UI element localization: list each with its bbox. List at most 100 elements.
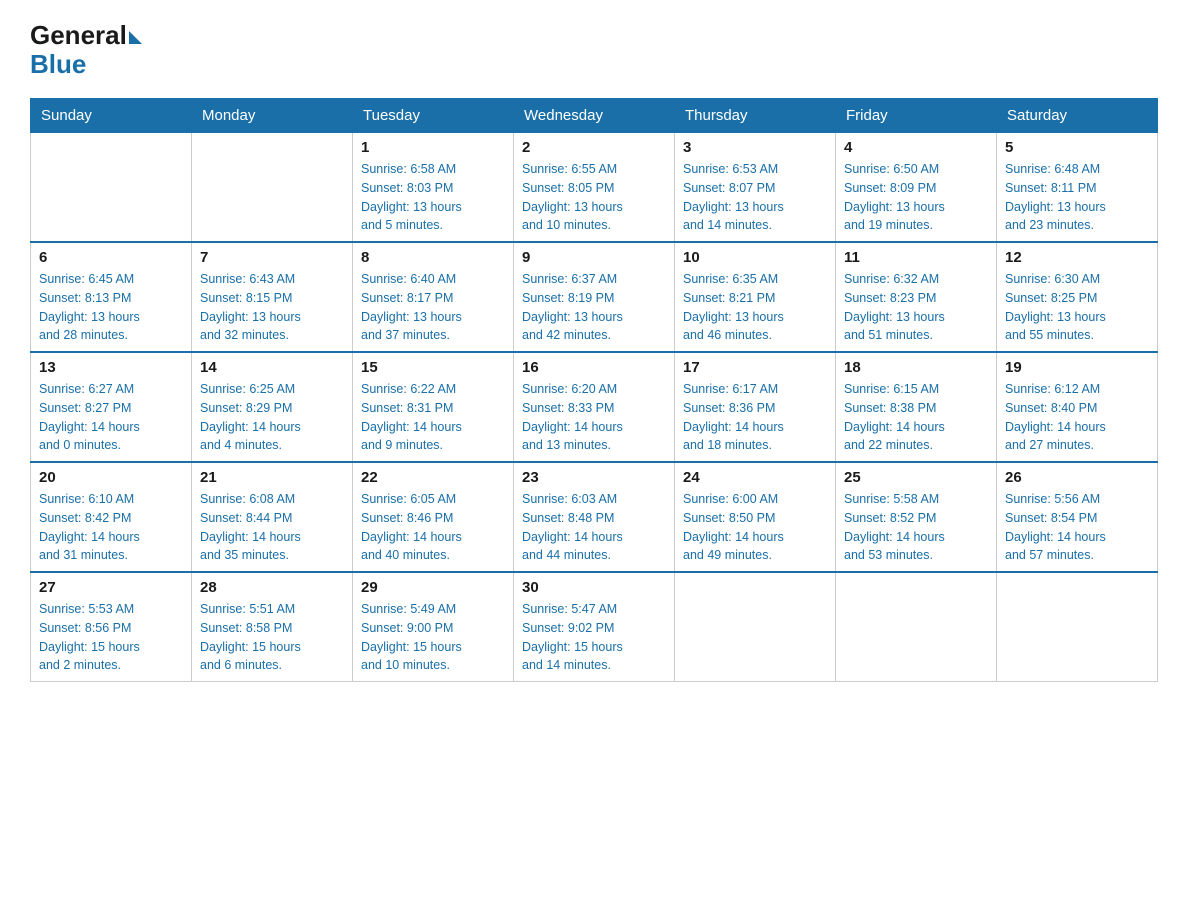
day-number: 13 xyxy=(39,359,183,376)
calendar-cell: 25Sunrise: 5:58 AMSunset: 8:52 PMDayligh… xyxy=(836,462,997,572)
day-number: 24 xyxy=(683,469,827,486)
day-info: Sunrise: 5:56 AMSunset: 8:54 PMDaylight:… xyxy=(1005,490,1149,565)
day-info: Sunrise: 6:55 AMSunset: 8:05 PMDaylight:… xyxy=(522,160,666,235)
day-header-sunday: Sunday xyxy=(31,99,192,133)
calendar-cell: 8 Sunrise: 6:40 AMSunset: 8:17 PMDaylight… xyxy=(353,242,514,352)
day-info: Sunrise: 6:45 AMSunset: 8:13 PMDaylight:… xyxy=(39,270,183,345)
logo: General Blue xyxy=(30,20,142,80)
calendar-cell: 1 Sunrise: 6:58 AMSunset: 8:03 PMDaylight… xyxy=(353,133,514,243)
day-number: 10 xyxy=(683,249,827,266)
day-number: 21 xyxy=(200,469,344,486)
calendar-week-row: 20 Sunrise: 6:10 AMSunset: 8:42 PMDayligh… xyxy=(31,462,1158,572)
day-header-monday: Monday xyxy=(192,99,353,133)
day-number: 22 xyxy=(361,469,505,486)
logo-blue-text: Blue xyxy=(30,49,86,80)
day-number: 4 xyxy=(844,139,988,156)
calendar-cell xyxy=(192,133,353,243)
day-info: Sunrise: 5:47 AMSunset: 9:02 PMDaylight:… xyxy=(522,600,666,675)
calendar-cell: 18 Sunrise: 6:15 AMSunset: 8:38 PMDayligh… xyxy=(836,352,997,462)
day-info: Sunrise: 6:20 AMSunset: 8:33 PMDaylight:… xyxy=(522,380,666,455)
day-number: 6 xyxy=(39,249,183,266)
day-info: Sunrise: 6:08 AMSunset: 8:44 PMDaylight:… xyxy=(200,490,344,565)
day-number: 29 xyxy=(361,579,505,596)
day-number: 11 xyxy=(844,249,988,266)
calendar-cell: 16Sunrise: 6:20 AMSunset: 8:33 PMDayligh… xyxy=(514,352,675,462)
calendar-cell: 2 Sunrise: 6:55 AMSunset: 8:05 PMDaylight… xyxy=(514,133,675,243)
day-header-tuesday: Tuesday xyxy=(353,99,514,133)
calendar-cell: 7 Sunrise: 6:43 AMSunset: 8:15 PMDaylight… xyxy=(192,242,353,352)
calendar-cell: 27 Sunrise: 5:53 AMSunset: 8:56 PMDayligh… xyxy=(31,572,192,682)
calendar-week-row: 27 Sunrise: 5:53 AMSunset: 8:56 PMDayligh… xyxy=(31,572,1158,682)
day-number: 30 xyxy=(522,579,666,596)
day-number: 2 xyxy=(522,139,666,156)
calendar-cell: 26 Sunrise: 5:56 AMSunset: 8:54 PMDayligh… xyxy=(997,462,1158,572)
day-header-wednesday: Wednesday xyxy=(514,99,675,133)
logo-arrow-icon xyxy=(129,31,142,44)
calendar-header-row: SundayMondayTuesdayWednesdayThursdayFrid… xyxy=(31,99,1158,133)
calendar-cell: 15 Sunrise: 6:22 AMSunset: 8:31 PMDayligh… xyxy=(353,352,514,462)
calendar-cell: 10Sunrise: 6:35 AMSunset: 8:21 PMDayligh… xyxy=(675,242,836,352)
calendar-cell: 9Sunrise: 6:37 AMSunset: 8:19 PMDaylight… xyxy=(514,242,675,352)
day-info: Sunrise: 6:10 AMSunset: 8:42 PMDaylight:… xyxy=(39,490,183,565)
day-info: Sunrise: 6:53 AMSunset: 8:07 PMDaylight:… xyxy=(683,160,827,235)
day-number: 1 xyxy=(361,139,505,156)
calendar-cell: 30 Sunrise: 5:47 AMSunset: 9:02 PMDayligh… xyxy=(514,572,675,682)
calendar-cell: 4 Sunrise: 6:50 AMSunset: 8:09 PMDaylight… xyxy=(836,133,997,243)
calendar-cell: 21 Sunrise: 6:08 AMSunset: 8:44 PMDayligh… xyxy=(192,462,353,572)
calendar-cell xyxy=(836,572,997,682)
day-info: Sunrise: 6:32 AMSunset: 8:23 PMDaylight:… xyxy=(844,270,988,345)
day-info: Sunrise: 6:43 AMSunset: 8:15 PMDaylight:… xyxy=(200,270,344,345)
calendar-cell: 12Sunrise: 6:30 AMSunset: 8:25 PMDayligh… xyxy=(997,242,1158,352)
calendar-cell: 5 Sunrise: 6:48 AMSunset: 8:11 PMDaylight… xyxy=(997,133,1158,243)
calendar-cell: 22 Sunrise: 6:05 AMSunset: 8:46 PMDayligh… xyxy=(353,462,514,572)
day-header-saturday: Saturday xyxy=(997,99,1158,133)
day-info: Sunrise: 6:12 AMSunset: 8:40 PMDaylight:… xyxy=(1005,380,1149,455)
day-info: Sunrise: 6:22 AMSunset: 8:31 PMDaylight:… xyxy=(361,380,505,455)
calendar-cell xyxy=(997,572,1158,682)
day-info: Sunrise: 6:48 AMSunset: 8:11 PMDaylight:… xyxy=(1005,160,1149,235)
day-number: 8 xyxy=(361,249,505,266)
day-info: Sunrise: 6:50 AMSunset: 8:09 PMDaylight:… xyxy=(844,160,988,235)
calendar-cell: 29 Sunrise: 5:49 AMSunset: 9:00 PMDayligh… xyxy=(353,572,514,682)
day-number: 18 xyxy=(844,359,988,376)
day-info: Sunrise: 5:49 AMSunset: 9:00 PMDaylight:… xyxy=(361,600,505,675)
day-info: Sunrise: 5:53 AMSunset: 8:56 PMDaylight:… xyxy=(39,600,183,675)
day-info: Sunrise: 6:30 AMSunset: 8:25 PMDaylight:… xyxy=(1005,270,1149,345)
logo-general-text: General xyxy=(30,20,127,51)
calendar-cell xyxy=(675,572,836,682)
calendar-cell: 14Sunrise: 6:25 AMSunset: 8:29 PMDayligh… xyxy=(192,352,353,462)
calendar-cell: 20 Sunrise: 6:10 AMSunset: 8:42 PMDayligh… xyxy=(31,462,192,572)
calendar-table: SundayMondayTuesdayWednesdayThursdayFrid… xyxy=(30,98,1158,682)
day-number: 17 xyxy=(683,359,827,376)
calendar-cell: 6 Sunrise: 6:45 AMSunset: 8:13 PMDaylight… xyxy=(31,242,192,352)
calendar-cell: 24 Sunrise: 6:00 AMSunset: 8:50 PMDayligh… xyxy=(675,462,836,572)
calendar-cell: 17 Sunrise: 6:17 AMSunset: 8:36 PMDayligh… xyxy=(675,352,836,462)
day-info: Sunrise: 5:51 AMSunset: 8:58 PMDaylight:… xyxy=(200,600,344,675)
day-info: Sunrise: 6:25 AMSunset: 8:29 PMDaylight:… xyxy=(200,380,344,455)
calendar-cell: 3Sunrise: 6:53 AMSunset: 8:07 PMDaylight… xyxy=(675,133,836,243)
calendar-cell: 11 Sunrise: 6:32 AMSunset: 8:23 PMDayligh… xyxy=(836,242,997,352)
day-info: Sunrise: 6:58 AMSunset: 8:03 PMDaylight:… xyxy=(361,160,505,235)
day-info: Sunrise: 6:17 AMSunset: 8:36 PMDaylight:… xyxy=(683,380,827,455)
calendar-week-row: 6 Sunrise: 6:45 AMSunset: 8:13 PMDaylight… xyxy=(31,242,1158,352)
day-info: Sunrise: 6:15 AMSunset: 8:38 PMDaylight:… xyxy=(844,380,988,455)
day-number: 5 xyxy=(1005,139,1149,156)
calendar-cell: 19 Sunrise: 6:12 AMSunset: 8:40 PMDayligh… xyxy=(997,352,1158,462)
day-number: 26 xyxy=(1005,469,1149,486)
day-number: 19 xyxy=(1005,359,1149,376)
day-number: 25 xyxy=(844,469,988,486)
day-number: 15 xyxy=(361,359,505,376)
day-number: 23 xyxy=(522,469,666,486)
day-info: Sunrise: 6:05 AMSunset: 8:46 PMDaylight:… xyxy=(361,490,505,565)
day-number: 20 xyxy=(39,469,183,486)
day-number: 9 xyxy=(522,249,666,266)
day-number: 27 xyxy=(39,579,183,596)
day-info: Sunrise: 6:00 AMSunset: 8:50 PMDaylight:… xyxy=(683,490,827,565)
day-number: 7 xyxy=(200,249,344,266)
day-info: Sunrise: 6:03 AMSunset: 8:48 PMDaylight:… xyxy=(522,490,666,565)
day-info: Sunrise: 6:40 AMSunset: 8:17 PMDaylight:… xyxy=(361,270,505,345)
calendar-cell: 13Sunrise: 6:27 AMSunset: 8:27 PMDayligh… xyxy=(31,352,192,462)
day-header-thursday: Thursday xyxy=(675,99,836,133)
calendar-cell: 28Sunrise: 5:51 AMSunset: 8:58 PMDayligh… xyxy=(192,572,353,682)
day-header-friday: Friday xyxy=(836,99,997,133)
